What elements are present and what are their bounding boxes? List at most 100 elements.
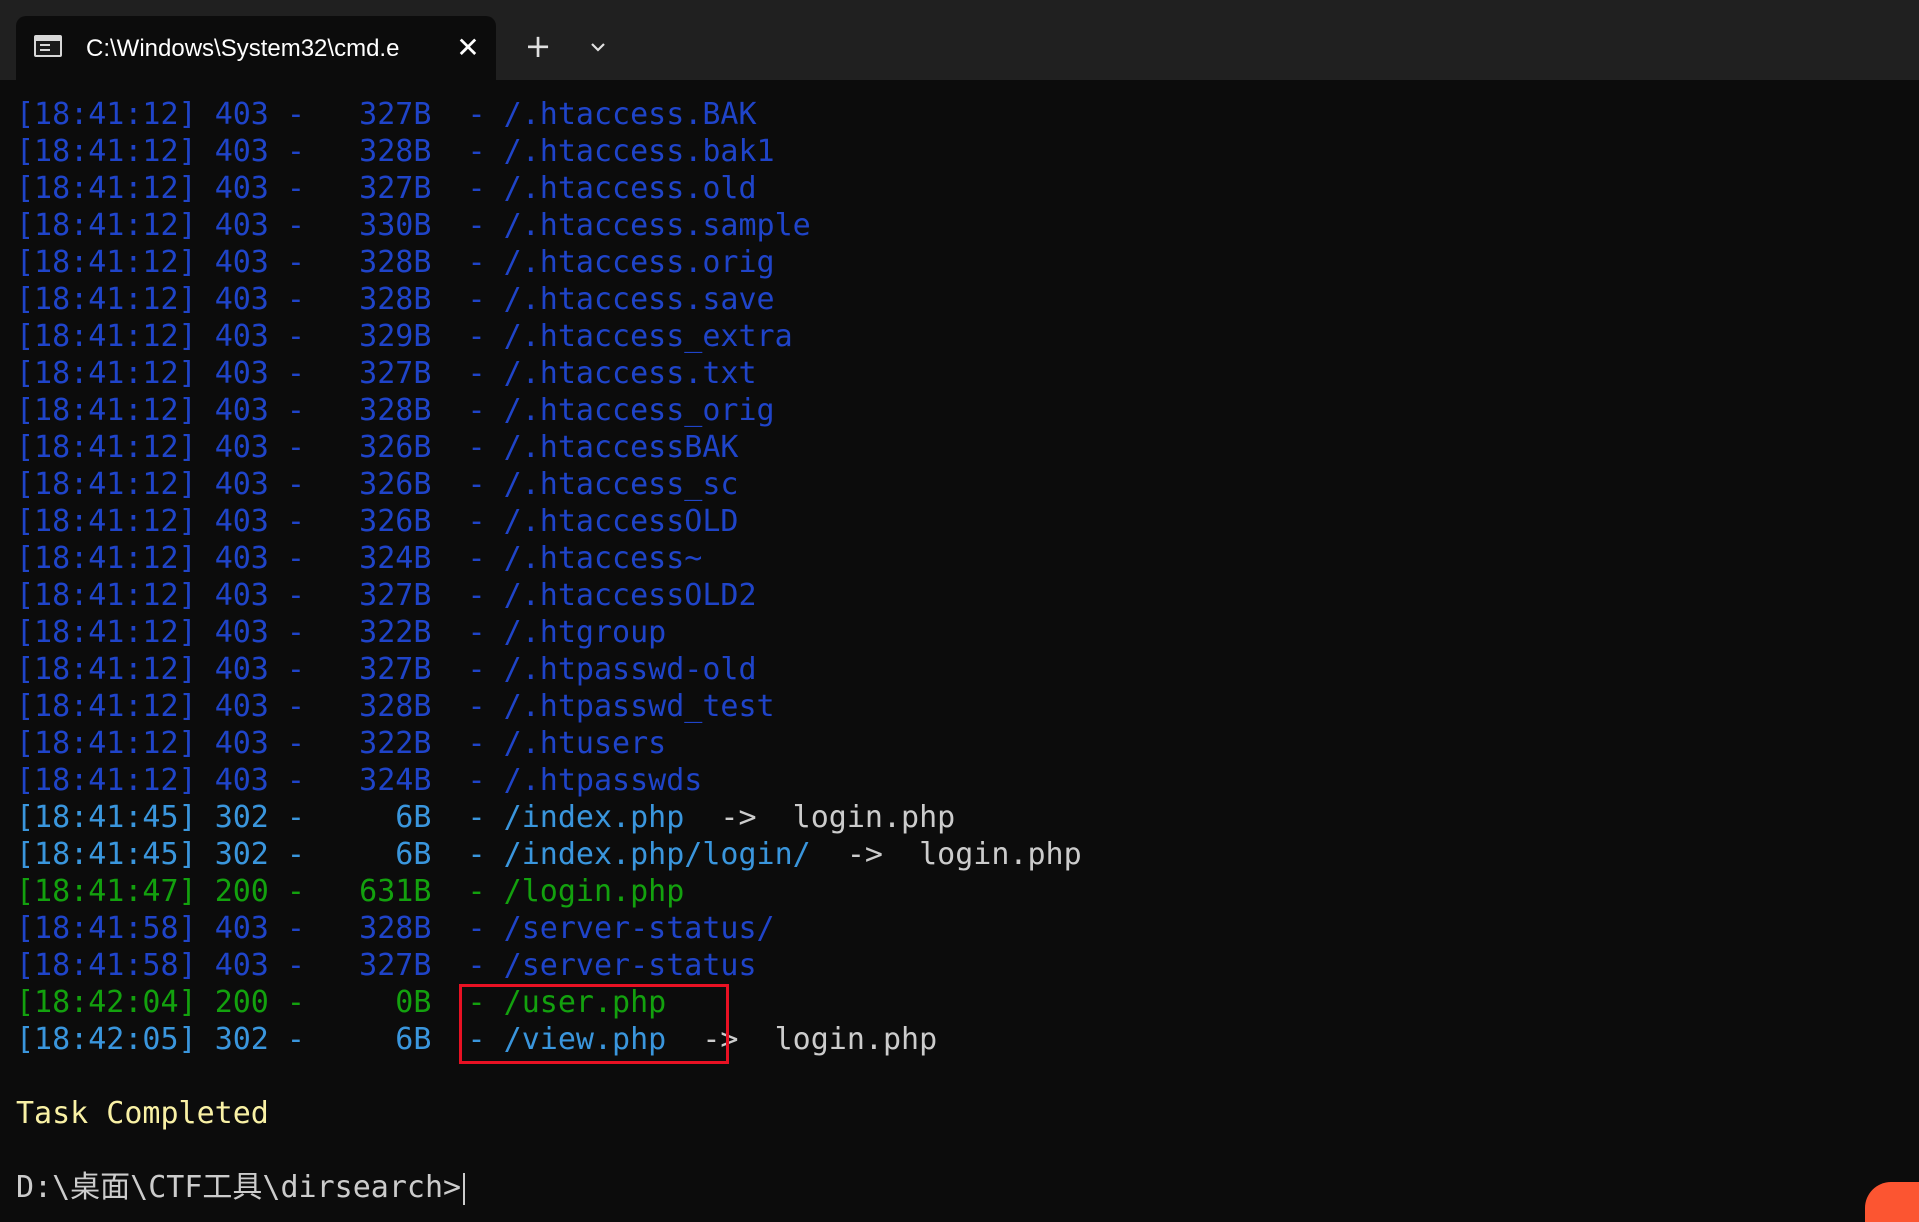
- status-code: 302: [214, 837, 269, 872]
- timestamp: [18:42:05]: [16, 1022, 197, 1057]
- redirect-arrow: ->: [684, 800, 793, 835]
- path: /.htaccess_sc: [503, 467, 739, 502]
- task-completed-text: Task Completed: [16, 1096, 269, 1131]
- path: /.htaccess.old: [503, 171, 757, 206]
- redirect-target: login.php: [774, 1022, 938, 1057]
- status-code: 403: [214, 171, 269, 206]
- timestamp: [18:41:12]: [16, 763, 197, 798]
- prompt-path: D:\桌面\CTF工具\dirsearch>: [16, 1170, 462, 1205]
- response-size: 328B: [359, 245, 432, 280]
- response-size: 327B: [359, 578, 432, 613]
- path: /.htaccess.orig: [503, 245, 775, 280]
- status-code: 403: [214, 467, 269, 502]
- timestamp: [18:41:12]: [16, 726, 197, 761]
- path: /.htaccess.bak1: [503, 134, 775, 169]
- tab-bar: C:\Windows\System32\cmd.e ✕ +: [0, 0, 1919, 80]
- chevron-down-icon[interactable]: [580, 30, 616, 66]
- console-line: [18:41:12] 403 -322B - /.htusers: [16, 726, 667, 761]
- path: /.htaccess_extra: [503, 319, 793, 354]
- timestamp: [18:41:58]: [16, 911, 197, 946]
- path: /.htaccess.BAK: [503, 97, 757, 132]
- console-line: [18:41:12] 403 -322B - /.htgroup: [16, 615, 667, 650]
- response-size: 6B: [395, 1022, 432, 1057]
- console-line: [18:41:12] 403 -329B - /.htaccess_extra: [16, 319, 793, 354]
- path: /view.php: [503, 1022, 667, 1057]
- new-tab-button[interactable]: +: [520, 28, 556, 64]
- timestamp: [18:41:12]: [16, 208, 197, 243]
- timestamp: [18:41:58]: [16, 948, 197, 983]
- response-size: 327B: [359, 948, 432, 983]
- path: /index.php/login/: [503, 837, 811, 872]
- console-line: [18:41:12] 403 -327B - /.htaccess.BAK: [16, 97, 757, 132]
- path: /.htusers: [503, 726, 667, 761]
- console-line: [18:41:12] 403 -326B - /.htaccessOLD: [16, 504, 739, 539]
- close-icon[interactable]: ✕: [452, 32, 484, 64]
- console-output[interactable]: [18:41:12] 403 -327B - /.htaccess.BAK [18…: [16, 96, 1906, 1206]
- command-prompt[interactable]: D:\桌面\CTF工具\dirsearch>: [16, 1169, 1906, 1206]
- response-size: 6B: [395, 800, 432, 835]
- timestamp: [18:41:12]: [16, 467, 197, 502]
- status-code: 403: [214, 689, 269, 724]
- path: /.htaccess.txt: [503, 356, 757, 391]
- status-code: 403: [214, 578, 269, 613]
- status-code: 403: [214, 652, 269, 687]
- response-size: 326B: [359, 504, 432, 539]
- path: /.htaccessOLD: [503, 504, 739, 539]
- status-code: 403: [214, 911, 269, 946]
- path: /.htaccessOLD2: [503, 578, 757, 613]
- path: /server-status/: [503, 911, 775, 946]
- response-size: 328B: [359, 393, 432, 428]
- timestamp: [18:41:12]: [16, 356, 197, 391]
- status-code: 403: [214, 393, 269, 428]
- path: /.htaccess~: [503, 541, 703, 576]
- response-size: 328B: [359, 689, 432, 724]
- path: /user.php: [503, 985, 667, 1020]
- console-line: [18:41:12] 403 -328B - /.htaccess.bak1: [16, 134, 775, 169]
- response-size: 322B: [359, 726, 432, 761]
- timestamp: [18:41:12]: [16, 541, 197, 576]
- tab-cmd[interactable]: C:\Windows\System32\cmd.e ✕: [16, 16, 496, 80]
- text-cursor: [463, 1172, 466, 1205]
- console-line: [18:41:47] 200 -631B - /login.php: [16, 874, 685, 909]
- console-line: [18:41:12] 403 -326B - /.htaccessBAK: [16, 430, 739, 465]
- redirect-arrow: ->: [810, 837, 920, 872]
- console-line: [18:41:58] 403 -327B - /server-status: [16, 948, 757, 983]
- status-code: 200: [214, 985, 269, 1020]
- response-size: 324B: [359, 541, 432, 576]
- timestamp: [18:41:12]: [16, 652, 197, 687]
- timestamp: [18:41:12]: [16, 319, 197, 354]
- terminal-icon: [34, 35, 62, 57]
- timestamp: [18:42:04]: [16, 985, 197, 1020]
- console-line: [18:41:12] 403 -324B - /.htpasswds: [16, 763, 703, 798]
- response-size: 327B: [359, 356, 432, 391]
- timestamp: [18:41:47]: [16, 874, 197, 909]
- path: /.htaccess_orig: [503, 393, 775, 428]
- redirect-target: login.php: [792, 800, 956, 835]
- status-code: 403: [214, 615, 269, 650]
- response-size: 322B: [359, 615, 432, 650]
- console-line: [18:41:12] 403 -327B - /.htaccess.old: [16, 171, 757, 206]
- response-size: 330B: [359, 208, 432, 243]
- tab-title: C:\Windows\System32\cmd.e: [86, 35, 400, 62]
- response-size: 0B: [395, 985, 432, 1020]
- timestamp: [18:41:12]: [16, 504, 197, 539]
- path: /login.php: [503, 874, 685, 909]
- path: /.htaccessBAK: [503, 430, 739, 465]
- console-line: [18:41:12] 403 -328B - /.htaccess.orig: [16, 245, 775, 280]
- path: /.htaccess.save: [503, 282, 775, 317]
- response-size: 328B: [359, 911, 432, 946]
- timestamp: [18:41:45]: [16, 837, 197, 872]
- response-size: 326B: [359, 467, 432, 502]
- console-line: [18:41:45] 302 -6B - /index.php/login/ -…: [16, 837, 1082, 872]
- path: /.htpasswds: [503, 763, 703, 798]
- response-size: 329B: [359, 319, 432, 354]
- console-line: [18:42:05] 302 -6B - /view.php -> login.…: [16, 1022, 938, 1057]
- path: /index.php: [503, 800, 685, 835]
- path: /server-status: [503, 948, 757, 983]
- status-code: 403: [214, 97, 269, 132]
- status-code: 302: [214, 800, 269, 835]
- response-size: 328B: [359, 134, 432, 169]
- path: /.htaccess.sample: [503, 208, 811, 243]
- console-line: [18:42:04] 200 -0B - /user.php: [16, 985, 667, 1020]
